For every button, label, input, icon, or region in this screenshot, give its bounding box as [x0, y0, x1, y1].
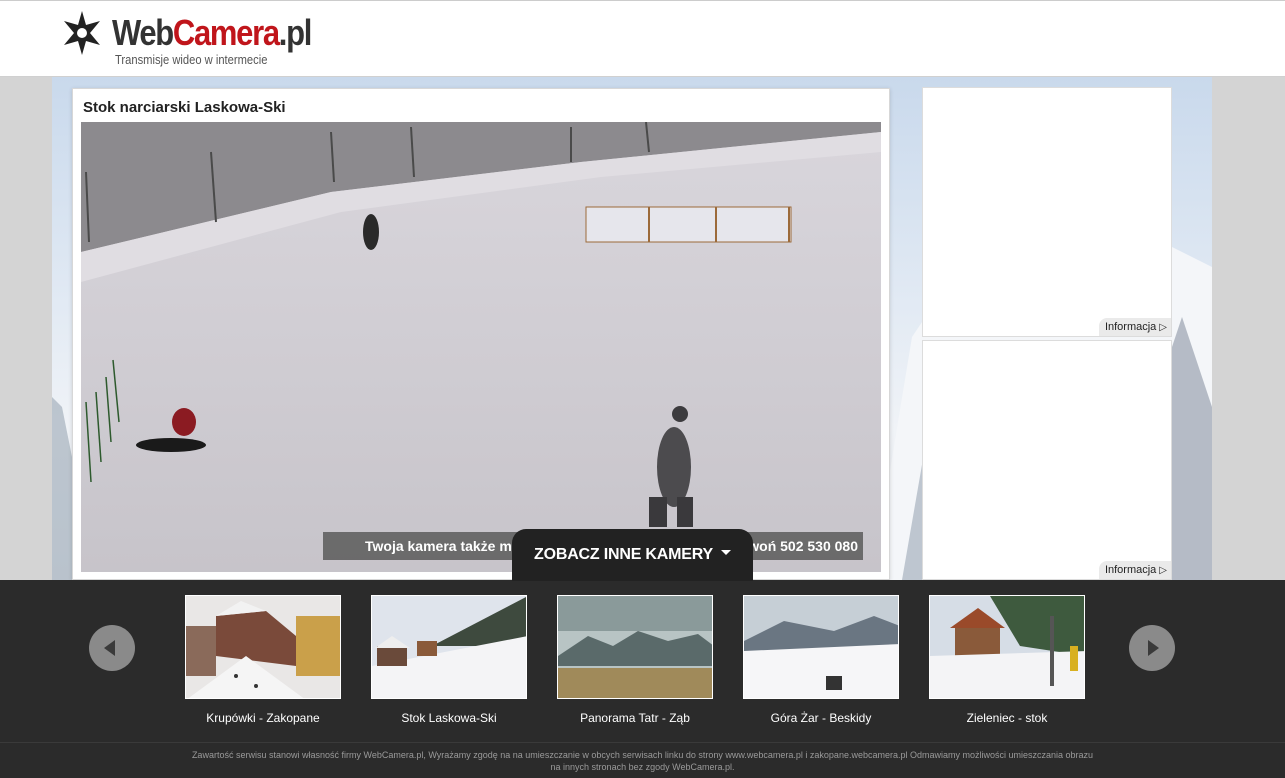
thumbnail-image — [371, 595, 527, 699]
thumbnail-image — [929, 595, 1085, 699]
thumbnail-image — [557, 595, 713, 699]
ad-slot-bottom[interactable]: Informacja ▷ — [922, 340, 1172, 580]
promo-text-left: Twoja kamera także m — [365, 538, 512, 554]
play-triangle-icon: ▷ — [1159, 322, 1167, 333]
camera-carousel: Krupówki - Zakopane Stok Laskowa-Ski Pan — [0, 580, 1285, 742]
ad-slot-top[interactable]: Informacja ▷ — [922, 87, 1172, 337]
camera-thumbnail[interactable]: Panorama Tatr - Ząb — [557, 595, 713, 725]
promo-text-right: woń 502 530 080 — [748, 538, 858, 554]
footer-copyright-line2: na innych stronach bez zgody WebCamera.p… — [550, 762, 735, 772]
site-footer: Zawartość serwisu stanowi własność firmy… — [0, 742, 1285, 778]
camera-thumbnail[interactable]: Góra Żar - Beskidy — [743, 595, 899, 725]
footer-copyright-line1: Zawartość serwisu stanowi własność firmy… — [191, 750, 1094, 760]
camera-star-icon — [64, 11, 100, 55]
camera-thumbnail[interactable]: Zieleniec - stok — [929, 595, 1085, 725]
site-logo[interactable]: WebCamera.pl Transmisje wideo w intermec… — [62, 9, 312, 69]
ad-info-badge[interactable]: Informacja ▷ — [1098, 318, 1171, 336]
thumbnail-caption: Panorama Tatr - Ząb — [580, 711, 690, 725]
logo-tagline: Transmisje wideo w intermecie — [115, 52, 268, 67]
ad-info-badge[interactable]: Informacja ▷ — [1098, 561, 1171, 579]
thumbnail-caption: Krupówki - Zakopane — [206, 711, 320, 725]
camera-thumbnail[interactable]: Stok Laskowa-Ski — [371, 595, 527, 725]
page-gutter-left — [0, 77, 52, 580]
thumbnail-caption: Góra Żar - Beskidy — [770, 711, 872, 725]
live-video-player[interactable]: Twoja kamera także m woń 502 530 080 — [81, 122, 881, 572]
play-triangle-icon: ▷ — [1159, 565, 1167, 576]
ad-info-label: Informacja — [1104, 564, 1157, 576]
caret-down-icon — [720, 550, 731, 556]
thumbnail-image — [185, 595, 341, 699]
page-gutter-right — [1212, 77, 1285, 580]
thumbnail-caption: Stok Laskowa-Ski — [401, 711, 497, 725]
carousel-prev-button[interactable] — [89, 625, 135, 671]
camera-panel: Stok narciarski Laskowa-Ski Twoja kamera… — [72, 88, 890, 580]
see-other-cameras-toggle[interactable]: ZOBACZ INNE KAMERY — [512, 529, 753, 581]
ad-info-label: Informacja — [1104, 321, 1157, 333]
thumbnail-caption: Zieleniec - stok — [966, 711, 1048, 725]
site-header: WebCamera.pl Transmisje wideo w intermec… — [0, 0, 1285, 77]
thumbnail-image — [743, 595, 899, 699]
video-frame — [81, 122, 881, 572]
carousel-next-button[interactable] — [1129, 625, 1175, 671]
logo-wordmark: WebCamera.pl — [112, 12, 312, 53]
arrow-right-icon — [1148, 640, 1159, 656]
see-other-cameras-label: ZOBACZ INNE KAMERY — [534, 546, 713, 563]
camera-thumbnail[interactable]: Krupówki - Zakopane — [185, 595, 341, 725]
arrow-left-icon — [104, 640, 115, 656]
camera-title: Stok narciarski Laskowa-Ski — [83, 99, 286, 116]
